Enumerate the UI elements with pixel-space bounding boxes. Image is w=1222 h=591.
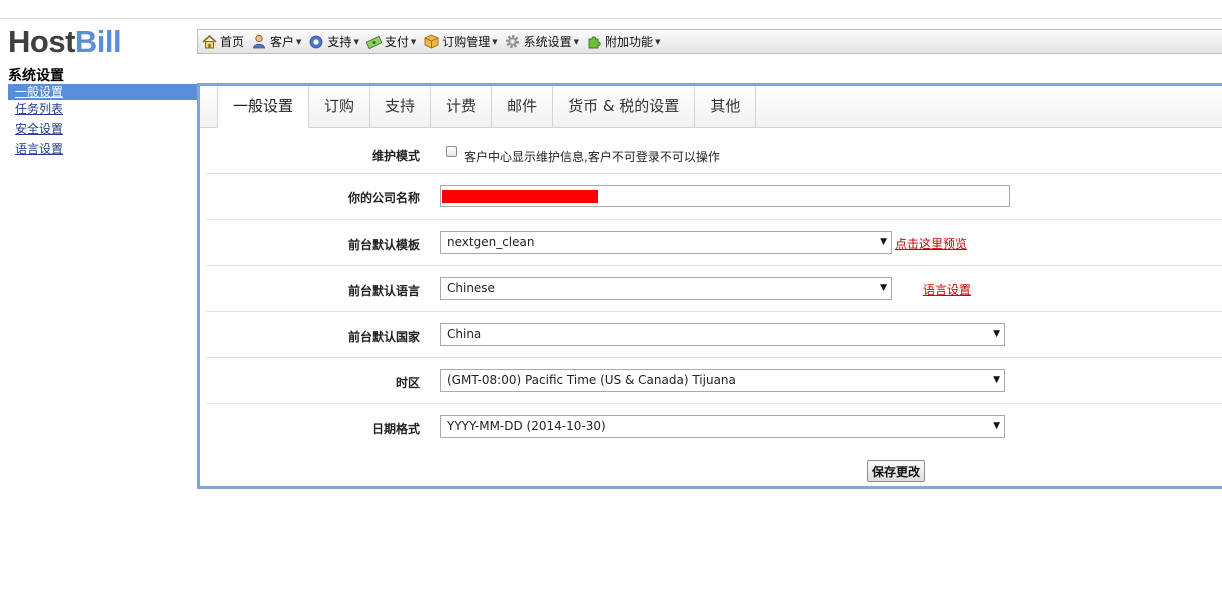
menu-label-orders: 订购管理 xyxy=(442,35,491,49)
hostbill-logo[interactable]: HostBill xyxy=(8,24,122,60)
menu-label-system-settings: 系统设置 xyxy=(523,35,572,49)
company-name-label: 你的公司名称 xyxy=(347,191,420,205)
sidebar-item-general-settings[interactable]: 一般设置 xyxy=(8,84,197,100)
dropdown-arrow-icon: ▼ xyxy=(993,421,1000,431)
settings-panel: 一般设置 订购 支持 计费 邮件 货币 & 税的设置 其他 维护模式 客户中心显… xyxy=(197,83,1222,489)
logo-bill-text: Bill xyxy=(74,24,122,59)
chevron-down-icon: ▼ xyxy=(410,37,417,46)
menu-label-support: 支持 xyxy=(327,35,352,49)
save-changes-button[interactable]: 保存更改 xyxy=(867,460,926,482)
menu-item-clients[interactable]: 客户 ▼ xyxy=(251,33,301,50)
language-label: 前台默认语言 xyxy=(347,284,420,298)
template-label: 前台默认模板 xyxy=(347,238,420,252)
general-settings-form: 维护模式 客户中心显示维护信息,客户不可登录不可以操作 你的公司名称 前台默认模… xyxy=(206,132,1222,450)
form-row-language: 前台默认语言 Chinese ▼ 语言设置 xyxy=(206,266,1222,312)
form-row-timezone: 时区 (GMT-08:00) Pacific Time (US & Canada… xyxy=(206,358,1222,404)
settings-tab-bar: 一般设置 订购 支持 计费 邮件 货币 & 税的设置 其他 xyxy=(200,86,1222,128)
timezone-label: 时区 xyxy=(395,376,420,390)
page-title: 系统设置 xyxy=(8,68,64,84)
menu-item-addons[interactable]: 附加功能 ▼ xyxy=(586,33,660,50)
sidebar-item-language-settings[interactable]: 语言设置 xyxy=(8,140,197,160)
tab-orders[interactable]: 订购 xyxy=(309,86,371,127)
date-format-select-value: YYYY-MM-DD (2014-10-30) xyxy=(447,419,606,433)
timezone-select[interactable]: (GMT-08:00) Pacific Time (US & Canada) T… xyxy=(440,369,1005,392)
sidebar-item-security-settings[interactable]: 安全设置 xyxy=(8,120,197,140)
sidebar: 一般设置 任务列表 安全设置 语言设置 xyxy=(8,84,197,160)
box-icon xyxy=(423,34,439,50)
dropdown-arrow-icon: ▼ xyxy=(993,329,1000,339)
money-icon xyxy=(365,34,382,50)
language-select[interactable]: Chinese ▼ xyxy=(440,277,892,300)
tab-billing[interactable]: 计费 xyxy=(431,86,493,127)
menu-label-clients: 客户 xyxy=(270,35,295,49)
menu-item-system-settings[interactable]: 系统设置 ▼ xyxy=(505,33,579,50)
menu-label-home: 首页 xyxy=(220,35,245,49)
language-select-value: Chinese xyxy=(447,281,495,295)
template-select[interactable]: nextgen_clean ▼ xyxy=(440,231,892,254)
form-row-date-format: 日期格式 YYYY-MM-DD (2014-10-30) ▼ xyxy=(206,404,1222,450)
date-format-select[interactable]: YYYY-MM-DD (2014-10-30) ▼ xyxy=(440,415,1005,438)
dropdown-arrow-icon: ▼ xyxy=(993,375,1000,385)
tab-support[interactable]: 支持 xyxy=(370,86,432,127)
country-select-value: China xyxy=(447,327,482,341)
menu-label-addons: 附加功能 xyxy=(605,35,654,49)
redaction-bar xyxy=(442,190,598,203)
top-divider xyxy=(0,18,1222,19)
tab-general[interactable]: 一般设置 xyxy=(217,86,310,128)
user-icon xyxy=(251,34,267,50)
date-format-label: 日期格式 xyxy=(371,422,420,436)
form-row-country: 前台默认国家 China ▼ xyxy=(206,312,1222,358)
chevron-down-icon: ▼ xyxy=(573,37,580,46)
support-icon xyxy=(308,34,324,50)
home-icon xyxy=(201,34,217,50)
maintenance-checkbox-label: 客户中心显示维护信息,客户不可登录不可以操作 xyxy=(464,150,720,164)
template-preview-link[interactable]: 点击这里预览 xyxy=(895,235,967,252)
chevron-down-icon: ▼ xyxy=(492,37,498,46)
tab-email[interactable]: 邮件 xyxy=(492,86,554,127)
tab-other[interactable]: 其他 xyxy=(695,86,757,127)
template-select-value: nextgen_clean xyxy=(447,235,535,249)
tab-currency-tax[interactable]: 货币 & 税的设置 xyxy=(553,86,696,127)
menu-item-support[interactable]: 支持 ▼ xyxy=(308,33,359,50)
puzzle-icon xyxy=(586,34,602,50)
form-row-company-name: 你的公司名称 xyxy=(206,174,1222,220)
dropdown-arrow-icon: ▼ xyxy=(880,283,887,293)
timezone-select-value: (GMT-08:00) Pacific Time (US & Canada) T… xyxy=(447,373,736,387)
country-select[interactable]: China ▼ xyxy=(440,323,1005,346)
sidebar-item-task-list[interactable]: 任务列表 xyxy=(8,100,197,120)
top-menu-bar: 首页 客户 ▼ 支持 ▼ 支付 ▼ 订购管理 ▼ 系统设置 ▼ 附加功能 ▼ xyxy=(197,29,1222,54)
logo-host-text: Host xyxy=(8,24,75,59)
menu-item-home[interactable]: 首页 xyxy=(201,33,244,50)
form-row-maintenance: 维护模式 客户中心显示维护信息,客户不可登录不可以操作 xyxy=(206,132,1222,174)
country-label: 前台默认国家 xyxy=(347,330,420,344)
chevron-down-icon: ▼ xyxy=(353,37,359,46)
menu-item-orders[interactable]: 订购管理 ▼ xyxy=(423,33,498,50)
maintenance-label: 维护模式 xyxy=(371,149,420,163)
chevron-down-icon: ▼ xyxy=(296,37,302,46)
language-settings-link[interactable]: 语言设置 xyxy=(923,281,971,298)
menu-label-payments: 支付 xyxy=(384,35,409,49)
chevron-down-icon: ▼ xyxy=(655,37,661,46)
dropdown-arrow-icon: ▼ xyxy=(880,237,887,247)
menu-item-payments[interactable]: 支付 ▼ xyxy=(365,33,417,50)
gear-icon xyxy=(505,34,521,50)
maintenance-checkbox[interactable] xyxy=(446,146,457,157)
form-row-template: 前台默认模板 nextgen_clean ▼ 点击这里预览 xyxy=(206,220,1222,266)
